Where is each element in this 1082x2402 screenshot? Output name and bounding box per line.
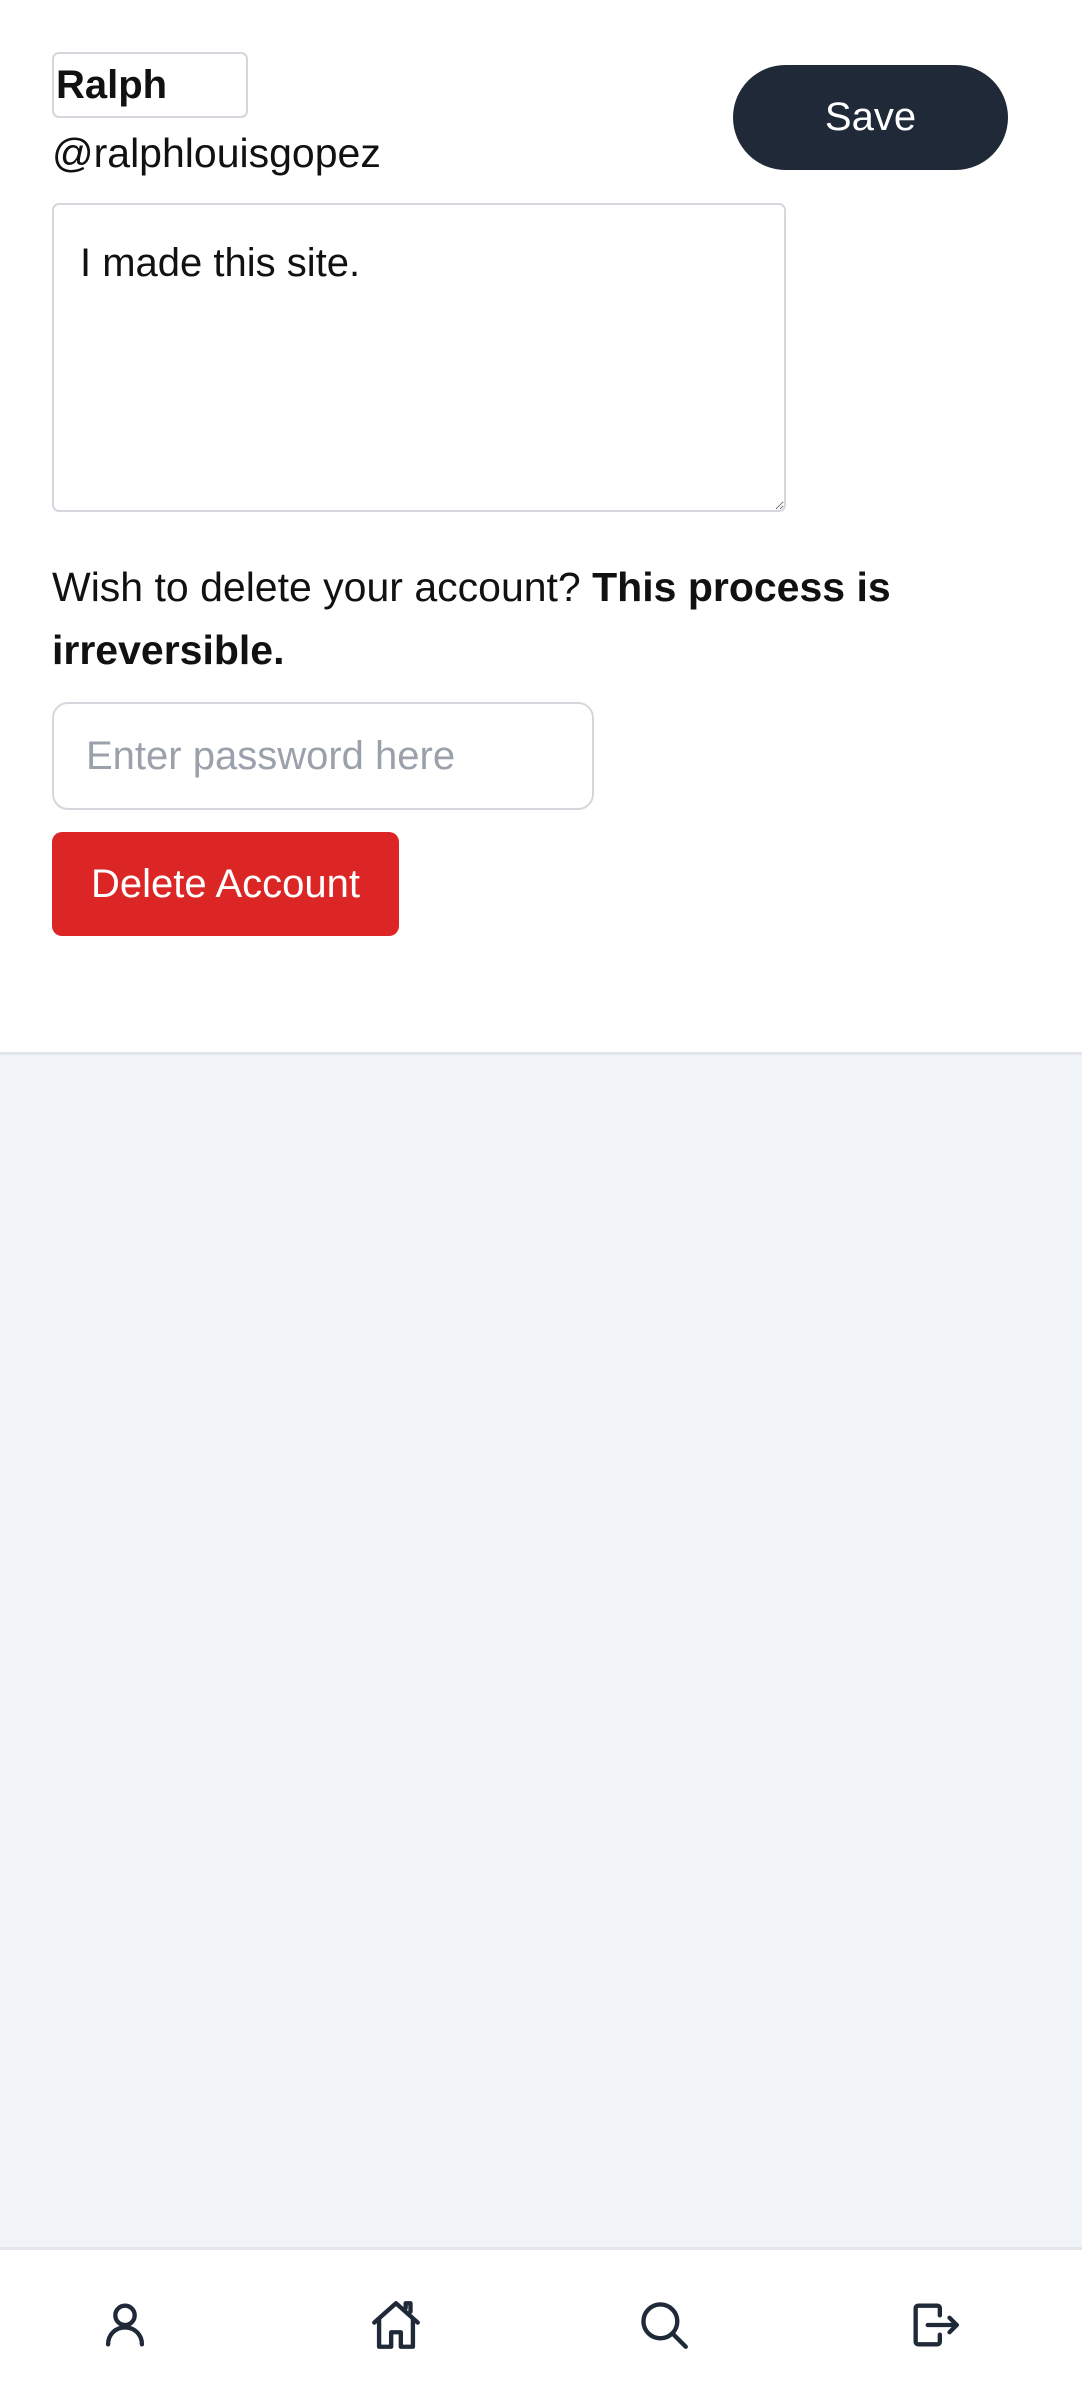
delete-account-button[interactable]: Delete Account xyxy=(52,832,399,936)
warning-text: Wish to delete your account? xyxy=(52,564,593,610)
display-name-input[interactable] xyxy=(52,52,248,118)
delete-account-warning: Wish to delete your account? This proces… xyxy=(52,556,952,682)
user-icon xyxy=(105,2303,145,2347)
profile-card: @ralphlouisgopez Save I made this site. … xyxy=(0,0,1082,1055)
nav-logout[interactable] xyxy=(880,2270,990,2380)
profile-settings-page: @ralphlouisgopez Save I made this site. … xyxy=(0,0,1082,2402)
search-icon xyxy=(641,2302,688,2349)
nav-search[interactable] xyxy=(609,2270,719,2380)
logout-icon xyxy=(913,2303,959,2347)
nav-home[interactable] xyxy=(341,2270,451,2380)
username-handle: @ralphlouisgopez xyxy=(52,130,381,176)
save-button[interactable]: Save xyxy=(733,65,1008,170)
bottom-navigation xyxy=(0,2247,1082,2402)
home-icon xyxy=(372,2301,420,2349)
password-input[interactable] xyxy=(52,702,594,810)
nav-profile[interactable] xyxy=(70,2270,180,2380)
bio-textarea[interactable]: I made this site. xyxy=(52,203,786,512)
